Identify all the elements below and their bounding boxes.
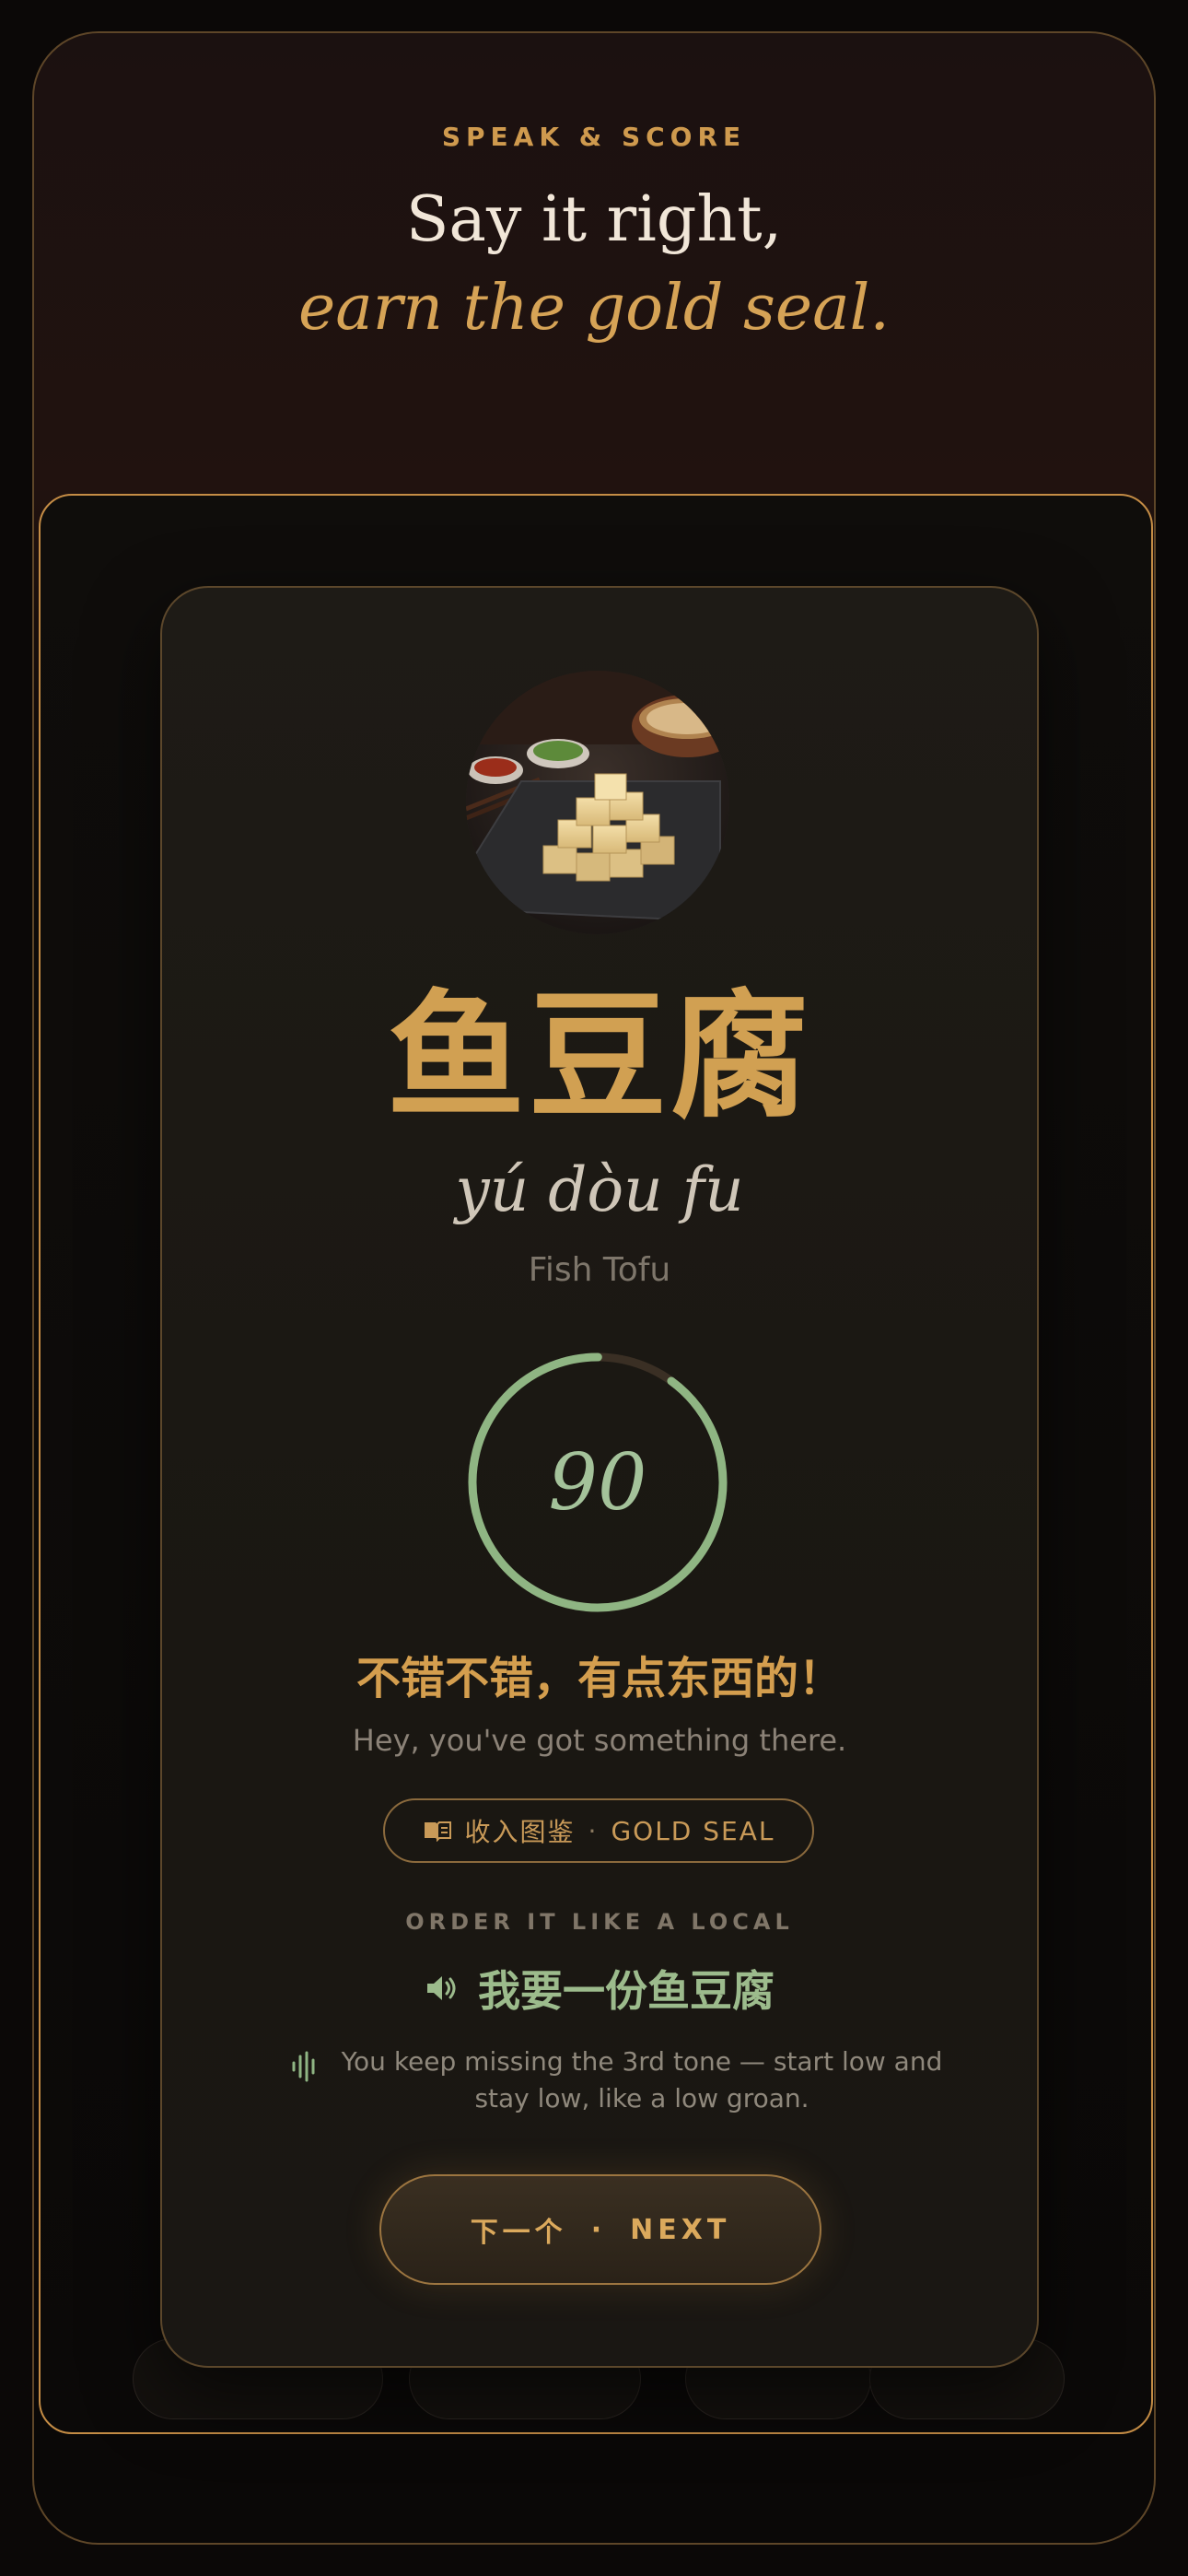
seal-label-english: GOLD SEAL — [611, 1815, 775, 1846]
gold-seal-badge[interactable]: 收入图鉴 · GOLD SEAL — [383, 1798, 814, 1863]
result-card: 鱼豆腐 yú dòu fu Fish Tofu 90 不错不错，有点东西的！ H… — [160, 586, 1039, 2368]
order-phrase-row[interactable]: 我要一份鱼豆腐 — [162, 1951, 1037, 2025]
next-label-chinese: 下一个 — [470, 2217, 567, 2249]
score-sheet: 鱼豆腐 yú dòu fu Fish Tofu 90 不错不错，有点东西的！ H… — [39, 494, 1153, 2434]
fish-tofu-photo — [466, 671, 729, 934]
seal-separator: · — [588, 1815, 599, 1846]
verdict-english: Hey, you've got something there. — [352, 1723, 847, 1758]
pronunciation-tip: You keep missing the 3rd tone — start lo… — [291, 2043, 954, 2126]
order-phrase: 我要一份鱼豆腐 — [478, 1966, 775, 2016]
tip-text: You keep missing the 3rd tone — start lo… — [341, 2046, 943, 2113]
next-separator: · — [590, 2213, 607, 2246]
order-section-label: ORDER IT LIKE A LOCAL — [405, 1909, 794, 1935]
app-frame: SPEAK & SCORE Say it right, earn the gol… — [32, 31, 1156, 2545]
score-value: 90 — [548, 1437, 647, 1528]
headline: Say it right, — [405, 183, 783, 256]
verdict-chinese: 不错不错，有点东西的！ — [355, 1653, 843, 1704]
speaker-icon[interactable] — [425, 1973, 458, 2003]
fish-tofu-illustration — [466, 671, 729, 934]
next-button[interactable]: 下一个 · NEXT — [379, 2174, 821, 2285]
book-icon — [424, 1821, 451, 1842]
dish-hanzi: 鱼豆腐 — [386, 978, 812, 1138]
waveform-icon — [292, 2051, 315, 2082]
headline-accent: earn the gold seal. — [297, 272, 891, 345]
seal-label-chinese: 收入图鉴 — [464, 1817, 576, 1847]
eyebrow-label: SPEAK & SCORE — [441, 122, 747, 152]
header: SPEAK & SCORE Say it right, earn the gol… — [34, 122, 1154, 353]
next-label-english: NEXT — [630, 2213, 731, 2246]
dish-meaning: Fish Tofu — [528, 1251, 671, 1289]
dish-pinyin: yú dòu fu — [455, 1154, 744, 1225]
